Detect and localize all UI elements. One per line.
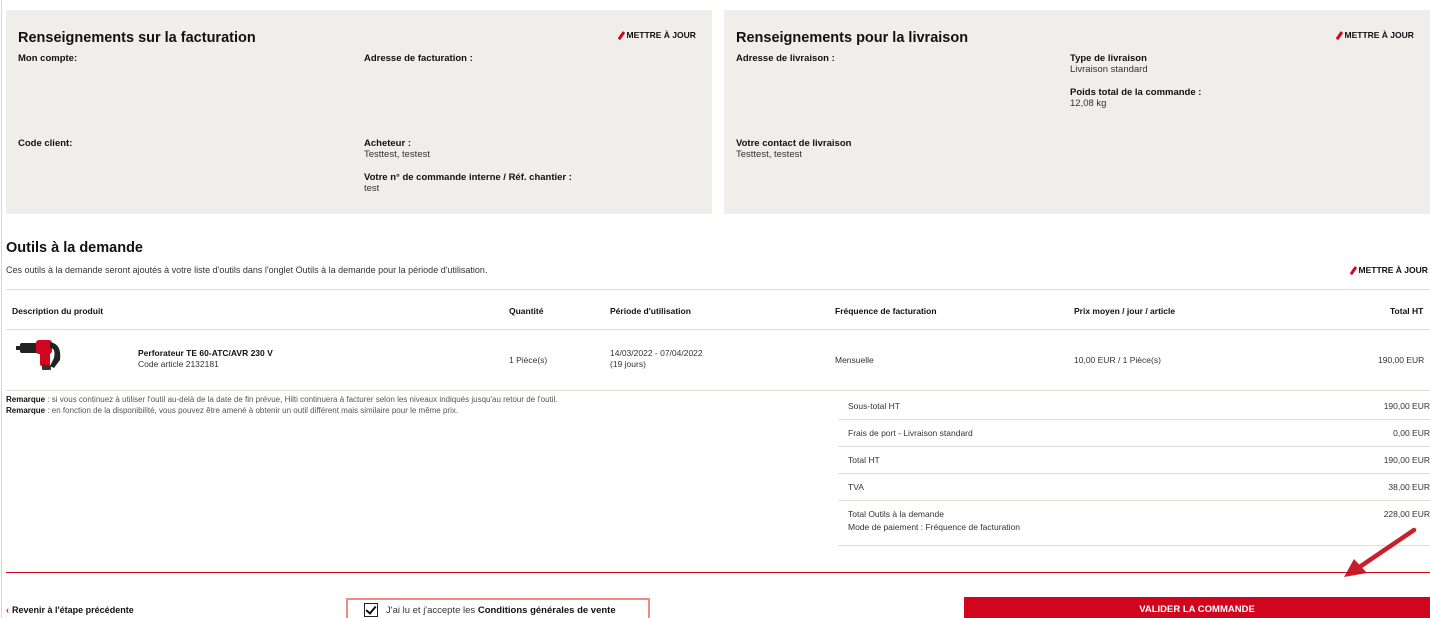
tools-update-button[interactable]: METTRE À JOUR <box>1349 265 1428 275</box>
delivery-type-value: Livraison standard <box>1070 64 1148 75</box>
shipping-value: 0,00 EUR <box>1393 428 1430 438</box>
order-weight-label: Poids total de la commande : <box>1070 87 1202 98</box>
rotary-hammer-product-image <box>16 340 61 370</box>
payment-mode: Mode de paiement : Fréquence de facturat… <box>848 522 1020 532</box>
remark-2-text: : en fonction de la disponibilité, vous … <box>45 406 459 415</box>
col-header-frequency: Fréquence de facturation <box>835 306 937 316</box>
validate-order-button[interactable]: VALIDER LA COMMANDE <box>964 597 1430 618</box>
grand-total-value: 228,00 EUR <box>1383 509 1430 519</box>
delivery-type-label: Type de livraison <box>1070 53 1147 64</box>
pencil-icon <box>1349 265 1357 275</box>
left-border <box>1 0 2 618</box>
col-header-quantity: Quantité <box>509 306 544 316</box>
terms-prefix: J'ai lu et j'accepte les <box>386 604 478 616</box>
average-price: 10,00 EUR / 1 Pièce(s) <box>1074 355 1161 365</box>
delivery-contact-value: Testtest, testest <box>736 149 802 160</box>
total-ht-label: Total HT <box>848 455 880 465</box>
terms-acceptance: J'ai lu et j'accepte les Conditions géné… <box>346 598 650 618</box>
billing-address-field: Adresse de facturation : <box>364 53 473 64</box>
subtotal-row: Sous-total HT 190,00 EUR <box>838 393 1430 420</box>
delivery-update-label: METTRE À JOUR <box>1344 30 1414 40</box>
buyer-field: Acheteur : Testtest, testest <box>364 138 430 160</box>
col-header-product: Description du produit <box>12 306 104 316</box>
col-header-total: Total HT <box>1390 306 1424 316</box>
annotation-arrow-icon <box>1344 527 1417 577</box>
terms-checkbox[interactable] <box>364 603 378 617</box>
order-ref-label: Votre n° de commande interne / Réf. chan… <box>364 172 572 183</box>
order-weight-value: 12,08 kg <box>1070 98 1107 109</box>
back-label: Revenir à l'étape précédente <box>12 605 134 615</box>
rental-days: (19 jours) <box>610 359 646 369</box>
delivery-address-field: Adresse de livraison : <box>736 53 835 64</box>
grand-total-label: Total Outils à la demande <box>848 509 944 519</box>
footer-divider <box>6 572 1430 573</box>
shipping-label: Frais de port - Livraison standard <box>848 428 973 438</box>
chevron-left-icon: ‹ <box>6 605 9 615</box>
billing-frequency: Mensuelle <box>835 355 874 365</box>
vat-value: 38,00 EUR <box>1388 482 1430 492</box>
product-quantity: 1 Pièce(s) <box>509 355 548 365</box>
terms-text: J'ai lu et j'accepte les Conditions géné… <box>386 605 616 616</box>
remark-1-text: : si vous continuez à utiliser l'outil a… <box>45 395 558 404</box>
row-total: 190,00 EUR <box>1378 355 1425 365</box>
rental-period: 14/03/2022 - 07/04/2022 (19 jours) <box>610 348 703 370</box>
back-link[interactable]: ‹ Revenir à l'étape précédente <box>6 605 134 615</box>
col-header-avg-price: Prix moyen / jour / article <box>1074 306 1176 316</box>
remark-1-label: Remarque <box>6 395 46 404</box>
order-ref-field: Votre n° de commande interne / Réf. chan… <box>364 172 572 194</box>
rental-dates: 14/03/2022 - 07/04/2022 <box>610 348 703 358</box>
billing-title: Renseignements sur la facturation <box>18 30 256 46</box>
table-header-divider <box>6 329 1430 330</box>
client-code-field: Code client: <box>18 138 72 149</box>
delivery-update-button[interactable]: METTRE À JOUR <box>1335 30 1414 40</box>
delivery-type-field: Type de livraison Livraison standard <box>1070 53 1148 75</box>
order-ref-value: test <box>364 183 380 194</box>
billing-update-button[interactable]: METTRE À JOUR <box>617 30 696 40</box>
total-ht-value: 190,00 EUR <box>1383 455 1430 465</box>
billing-address-label: Adresse de facturation : <box>364 53 473 64</box>
remark-2: Remarque : en fonction de la disponibili… <box>6 406 458 415</box>
my-account-field: Mon compte: <box>18 53 77 64</box>
total-ht-row: Total HT 190,00 EUR <box>838 447 1430 474</box>
tools-update-label: METTRE À JOUR <box>1358 265 1428 275</box>
order-weight-field: Poids total de la commande : 12,08 kg <box>1070 87 1201 109</box>
product-code: Code article 2132181 <box>138 359 219 369</box>
remark-2-label: Remarque <box>6 406 46 415</box>
delivery-info-panel: Renseignements pour la livraison METTRE … <box>724 10 1430 214</box>
tools-section-description: Ces outils à la demande seront ajoutés à… <box>6 265 488 275</box>
pencil-icon <box>617 30 625 40</box>
table-top-divider <box>6 289 1430 290</box>
shipping-row: Frais de port - Livraison standard 0,00 … <box>838 420 1430 447</box>
billing-update-label: METTRE À JOUR <box>626 30 696 40</box>
vat-row: TVA 38,00 EUR <box>838 474 1430 501</box>
delivery-contact-field: Votre contact de livraison Testtest, tes… <box>736 138 851 160</box>
product-name[interactable]: Perforateur TE 60-ATC/AVR 230 V <box>138 348 273 359</box>
vat-label: TVA <box>848 482 864 492</box>
product-info: Perforateur TE 60-ATC/AVR 230 V Code art… <box>138 348 273 370</box>
pencil-icon <box>1335 30 1343 40</box>
subtotal-label: Sous-total HT <box>848 401 900 411</box>
client-code-label: Code client: <box>18 138 73 149</box>
billing-info-panel: Renseignements sur la facturation METTRE… <box>6 10 712 214</box>
buyer-label: Acheteur : <box>364 138 411 149</box>
delivery-title: Renseignements pour la livraison <box>736 30 969 46</box>
terms-link[interactable]: Conditions générales de vente <box>478 605 616 616</box>
remark-1: Remarque : si vous continuez à utiliser … <box>6 395 558 404</box>
subtotal-value: 190,00 EUR <box>1383 401 1430 411</box>
delivery-address-label: Adresse de livraison : <box>736 53 835 64</box>
col-header-period: Période d'utilisation <box>610 306 691 316</box>
delivery-contact-label: Votre contact de livraison <box>736 138 852 149</box>
table-bottom-divider <box>6 390 1430 391</box>
buyer-value: Testtest, testest <box>364 149 430 160</box>
my-account-label: Mon compte: <box>18 53 78 64</box>
tools-section-title: Outils à la demande <box>6 240 143 256</box>
